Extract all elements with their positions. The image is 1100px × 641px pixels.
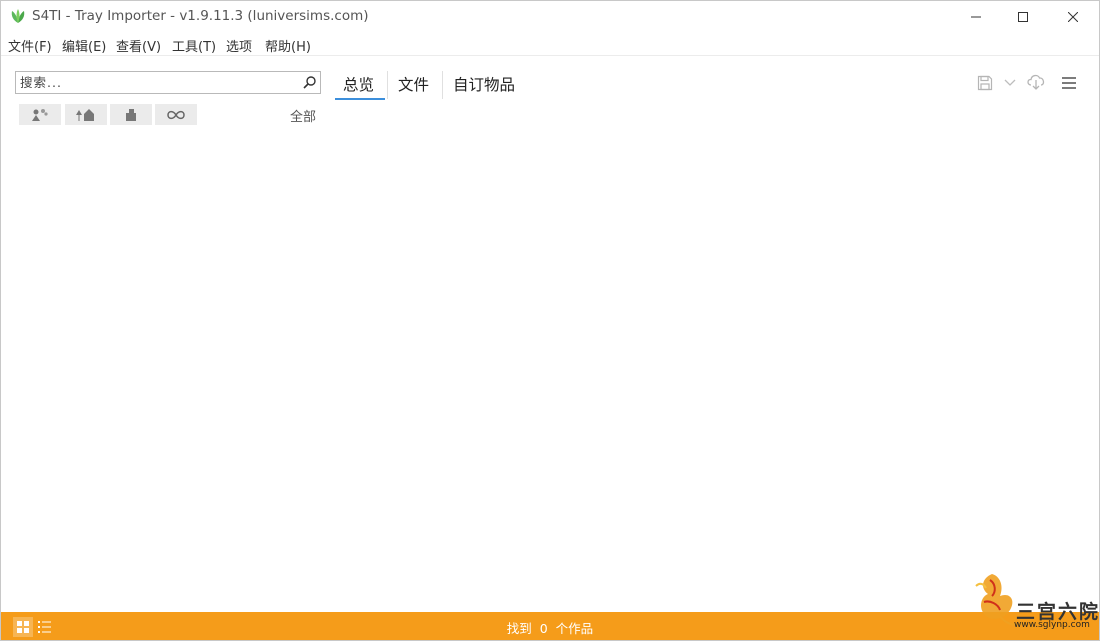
title-bar[interactable]: S4TI - Tray Importer - v1.9.11.3 (lunive…	[1, 1, 1099, 33]
tab-overview[interactable]: 总览	[343, 73, 374, 95]
maximize-icon	[1018, 12, 1028, 22]
minimize-icon	[971, 16, 981, 18]
tab-custom-content[interactable]: 自订物品	[453, 73, 515, 95]
menu-edit[interactable]: 编辑(E)	[62, 36, 106, 55]
menu-tools[interactable]: 工具(T)	[172, 36, 216, 55]
active-tab-indicator	[335, 98, 385, 100]
save-button[interactable]	[975, 73, 995, 93]
tab-files[interactable]: 文件	[398, 73, 429, 95]
watermark-url: www.sglynp.com	[1014, 620, 1090, 630]
status-bar: 找到 0 个作品	[1, 612, 1099, 640]
close-icon	[1068, 12, 1078, 22]
rooms-icon	[126, 108, 136, 121]
found-prefix: 找到	[506, 621, 532, 636]
app-window: S4TI - Tray Importer - v1.9.11.3 (lunive…	[0, 0, 1100, 641]
menu-bar: 文件(F) 编辑(E) 查看(V) 工具(T) 选项 帮助(H)	[1, 33, 1099, 56]
filter-scope-dropdown[interactable]: 全部	[290, 106, 316, 125]
search-input[interactable]	[16, 72, 300, 93]
infinity-icon	[167, 110, 185, 119]
save-icon	[977, 75, 993, 91]
maximize-button[interactable]	[1000, 1, 1046, 33]
menu-options[interactable]: 选项	[226, 36, 252, 55]
menu-view[interactable]: 查看(V)	[116, 36, 161, 55]
found-count: 0	[539, 621, 548, 636]
lots-icon	[76, 108, 94, 121]
menu-file[interactable]: 文件(F)	[8, 36, 52, 55]
chevron-down-icon	[1004, 79, 1016, 86]
leaf-logo-icon	[11, 9, 25, 23]
cloud-download-button[interactable]	[1025, 71, 1047, 93]
hamburger-menu-icon	[1062, 77, 1076, 89]
search-box	[15, 71, 321, 94]
menu-help[interactable]: 帮助(H)	[265, 36, 311, 55]
main-menu-button[interactable]	[1059, 73, 1079, 93]
sims-icon	[32, 108, 48, 121]
filter-lots-button[interactable]	[65, 104, 107, 125]
tab-divider	[442, 71, 443, 99]
filter-sims-button[interactable]	[19, 104, 61, 125]
window-title: S4TI - Tray Importer - v1.9.11.3 (lunive…	[32, 8, 369, 24]
filter-rooms-button[interactable]	[110, 104, 152, 125]
found-suffix: 个作品	[555, 621, 594, 636]
results-count-text: 找到 0 个作品	[1, 618, 1099, 637]
cloud-download-icon	[1027, 74, 1045, 90]
close-button[interactable]	[1050, 1, 1096, 33]
search-icon[interactable]	[302, 75, 317, 90]
tab-divider	[387, 71, 388, 99]
save-options-dropdown[interactable]	[1002, 75, 1018, 91]
minimize-button[interactable]	[953, 1, 999, 33]
filter-all-types-button[interactable]	[155, 104, 197, 125]
